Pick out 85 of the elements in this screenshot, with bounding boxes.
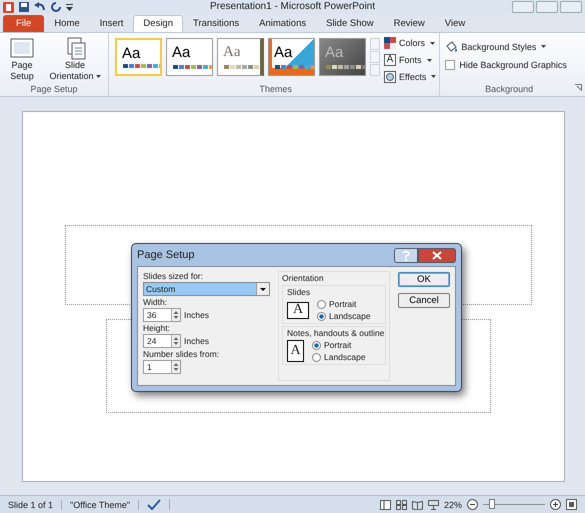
radio-button[interactable] (312, 352, 321, 362)
effects-button[interactable]: Effects (384, 69, 436, 84)
normal-view-icon[interactable] (380, 500, 391, 510)
slide-sorter-icon[interactable] (396, 500, 407, 510)
theme-sample-text: Aa (172, 44, 190, 61)
field-label: Slides sized for: (143, 271, 204, 281)
ribbon-tab[interactable]: Animations (249, 15, 316, 32)
radio-label: Landscape (329, 311, 371, 321)
undo-icon[interactable] (34, 2, 46, 12)
unit-label: Inches (184, 336, 210, 346)
zoom-slider-thumb[interactable] (489, 499, 496, 509)
reading-view-icon[interactable] (412, 500, 423, 510)
theme-sample-text: Aa (122, 45, 140, 62)
number-spinner[interactable]: 36 (143, 308, 181, 322)
radio-label: Portrait (324, 340, 352, 350)
dialog-title: Page Setup (137, 249, 194, 261)
paint-bucket-icon (445, 40, 458, 52)
group-label: Themes (258, 84, 293, 96)
group-label: Page Setup (29, 84, 79, 96)
dropdown-arrow-icon (541, 45, 546, 48)
ribbon-tab[interactable]: Home (44, 15, 90, 32)
app-icon[interactable] (3, 2, 14, 12)
ribbon-tab[interactable]: Slide Show (316, 15, 384, 32)
effects-icon (384, 70, 396, 83)
fit-to-window-icon[interactable] (566, 499, 577, 510)
background-styles-button[interactable]: Background Styles (445, 39, 580, 54)
radio-button[interactable] (312, 340, 321, 350)
customize-icon[interactable] (66, 3, 73, 11)
field-label: Height: (143, 323, 171, 333)
portrait-page-icon: A (287, 340, 304, 362)
radio-label: Portrait (329, 299, 356, 309)
slide-show-icon[interactable] (428, 500, 439, 510)
ribbon-tab[interactable]: Insert (90, 15, 134, 32)
field-label: Width: (143, 297, 168, 307)
theme-thumbnail[interactable]: Aa (115, 38, 162, 76)
spin-arrows-icon[interactable] (172, 335, 180, 347)
dropdown-arrow-icon (431, 75, 436, 78)
theme-sample-text: Aa (325, 44, 344, 61)
font-letter-icon: A (384, 54, 396, 66)
theme-thumbnail[interactable]: Aa (166, 38, 213, 76)
file-tab[interactable]: File (3, 15, 44, 32)
colors-button[interactable]: Colors (384, 36, 436, 51)
colors-icon (384, 37, 396, 50)
ribbon-tab[interactable]: Transitions (183, 15, 250, 32)
group-label: Orientation (282, 273, 325, 283)
spell-check-icon[interactable] (147, 499, 162, 510)
number-spinner[interactable]: 1 (143, 360, 181, 374)
checkbox-label: Hide Background Graphics (459, 60, 567, 70)
group-label: Background (485, 84, 534, 96)
theme-sample-text: Aa (223, 44, 240, 61)
dialog-launcher-icon[interactable] (575, 84, 582, 91)
slide-orientation-button[interactable]: Slide Orientation (45, 35, 105, 84)
redo-icon[interactable] (51, 2, 61, 12)
section-label: Slides (287, 287, 312, 297)
radio-button[interactable] (317, 300, 326, 308)
page-setup-button[interactable]: Page Setup (3, 35, 41, 84)
ribbon-tab[interactable]: Design (133, 15, 183, 32)
radio-button[interactable] (317, 312, 326, 320)
slide-counter: Slide 1 of 1 (0, 500, 62, 510)
ribbon-tab[interactable]: Review (384, 15, 435, 32)
page-icon (9, 36, 35, 60)
theme-name: "Office Theme" (62, 500, 140, 510)
radio-label: Landscape (324, 352, 366, 362)
zoom-in-icon[interactable] (550, 499, 561, 510)
cancel-button[interactable]: Cancel (398, 293, 450, 308)
spin-arrows-icon[interactable] (172, 361, 180, 373)
ribbon-tab[interactable]: View (434, 15, 476, 32)
theme-thumbnail[interactable]: Aa (268, 38, 315, 76)
theme-sample-text: Aa (274, 44, 292, 61)
slide-size-dropdown[interactable]: Custom (143, 282, 270, 296)
ok-button[interactable]: OK (398, 272, 450, 287)
zoom-out-icon[interactable] (467, 499, 478, 510)
field-label: Number slides from: (143, 349, 220, 359)
fonts-button[interactable]: A Fonts (384, 52, 436, 68)
theme-thumbnail[interactable]: Aa (217, 38, 264, 76)
unit-label: Inches (184, 310, 210, 320)
dropdown-arrow-icon (426, 58, 432, 62)
landscape-page-icon: A (287, 302, 309, 318)
dropdown-arrow-icon (430, 42, 436, 45)
spin-arrows-icon[interactable] (172, 309, 180, 321)
save-icon[interactable] (19, 2, 29, 12)
zoom-level[interactable]: 22% (444, 500, 462, 510)
checkbox[interactable] (445, 60, 456, 70)
number-spinner[interactable]: 24 (143, 334, 181, 348)
window-title: Presentation1 - Microsoft PowerPoint (210, 0, 376, 14)
